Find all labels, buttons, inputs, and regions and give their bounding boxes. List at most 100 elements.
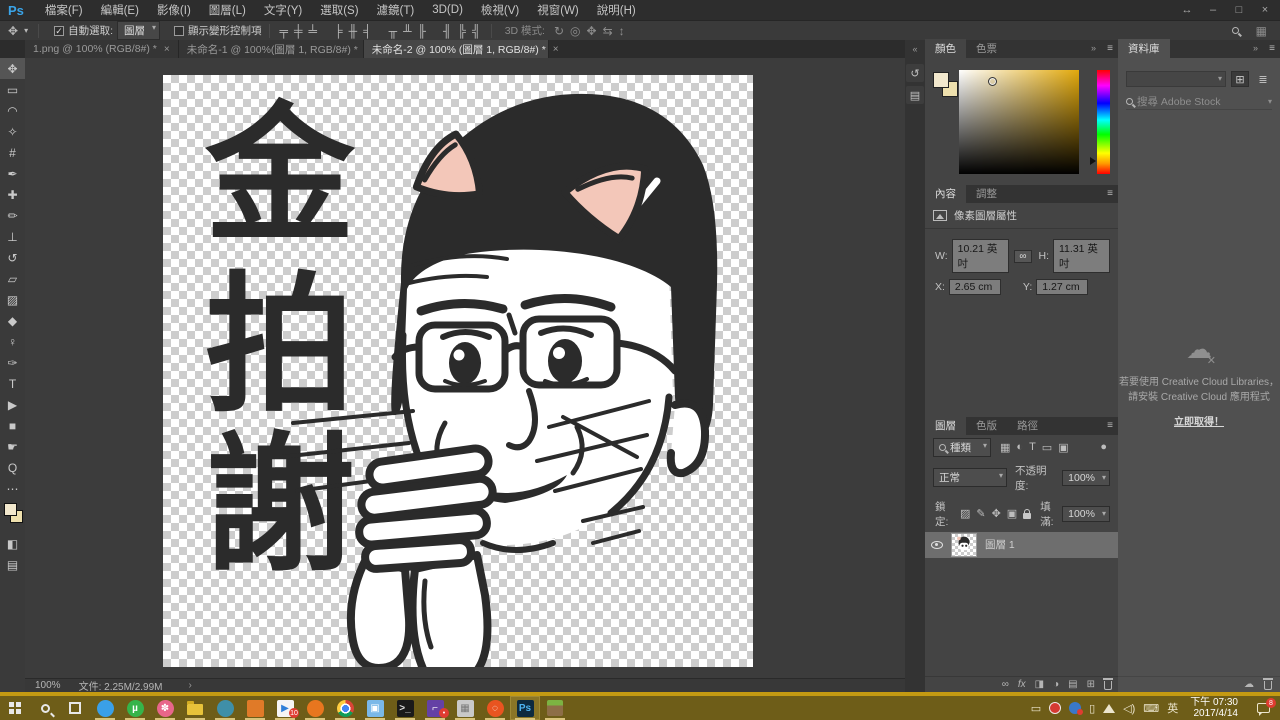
- menu-layer[interactable]: 圖層(L): [200, 2, 255, 18]
- menu-view[interactable]: 檢視(V): [472, 2, 528, 18]
- layer-mask-icon[interactable]: ◨: [1035, 679, 1044, 690]
- auto-select-dropdown[interactable]: 圖層: [117, 21, 160, 40]
- new-layer-icon[interactable]: ⊞: [1087, 679, 1095, 690]
- menu-edit[interactable]: 編輯(E): [92, 2, 148, 18]
- move-tool[interactable]: ✥: [0, 58, 25, 79]
- delete-layer-icon[interactable]: [1104, 681, 1112, 690]
- 3d-rotate-icon[interactable]: ↻: [554, 25, 564, 37]
- zoom-level-field[interactable]: 100%: [35, 680, 61, 691]
- eraser-tool[interactable]: ▱: [0, 268, 25, 289]
- terminal-app[interactable]: >_: [390, 696, 420, 720]
- menu-file[interactable]: 檔案(F): [36, 2, 92, 18]
- menu-image[interactable]: 影像(I): [148, 2, 200, 18]
- link-dimensions-icon[interactable]: ∞: [1014, 250, 1031, 263]
- distribute-top-icon[interactable]: ╥: [389, 25, 398, 37]
- panel-menu-icon[interactable]: ≡: [1107, 43, 1113, 54]
- brush-tool[interactable]: ✏: [0, 205, 25, 226]
- 3d-drag-icon[interactable]: ✥: [587, 25, 597, 37]
- lock-position-icon[interactable]: ✥: [992, 507, 1001, 520]
- library-delete-icon[interactable]: [1264, 681, 1272, 690]
- search-button[interactable]: [30, 696, 60, 720]
- tray-wifi-icon[interactable]: [1103, 704, 1115, 713]
- marquee-tool[interactable]: ▭: [0, 79, 25, 100]
- search-icon[interactable]: [1232, 27, 1239, 34]
- 3d-scale-icon[interactable]: ↕: [619, 25, 625, 37]
- globe-app[interactable]: [210, 696, 240, 720]
- media-player-app[interactable]: ▶10: [270, 696, 300, 720]
- filter-pixel-icon[interactable]: ▦: [1000, 441, 1010, 454]
- screenshot-app[interactable]: ▦: [450, 696, 480, 720]
- close-button[interactable]: ×: [1252, 4, 1278, 16]
- photos-app[interactable]: ✽: [150, 696, 180, 720]
- distribute-width-icon[interactable]: ╠: [458, 25, 467, 37]
- action-center-button[interactable]: 8: [1250, 696, 1276, 720]
- task-view-button[interactable]: [60, 696, 90, 720]
- tab-color[interactable]: 顏色: [925, 39, 966, 59]
- layer-visibility-icon[interactable]: [931, 541, 943, 549]
- y-field[interactable]: 1.27 cm: [1036, 279, 1088, 295]
- menu-help[interactable]: 說明(H): [588, 2, 645, 18]
- doc-tab-2[interactable]: 未命名-1 @ 100%(圖層 1, RGB/8#) *×: [179, 40, 364, 58]
- workspace-switcher-icon[interactable]: ▦: [1256, 25, 1267, 37]
- layer-name[interactable]: 圖層 1: [985, 537, 1015, 552]
- ubuntu-app[interactable]: ◌: [480, 696, 510, 720]
- collapse-dock-icon[interactable]: »: [1253, 43, 1258, 53]
- blur-tool[interactable]: ◆: [0, 310, 25, 331]
- lasso-tool[interactable]: ◠: [0, 100, 25, 121]
- twitch-app[interactable]: ⌐•: [420, 696, 450, 720]
- fill-field[interactable]: 100%: [1062, 506, 1110, 522]
- distribute-height-icon[interactable]: ╣: [472, 25, 481, 37]
- 3d-roll-icon[interactable]: ◎: [570, 25, 580, 37]
- chrome-app[interactable]: [330, 696, 360, 720]
- tray-keyboard-icon[interactable]: ⌨: [1143, 702, 1159, 715]
- dodge-tool[interactable]: ♀: [0, 331, 25, 352]
- pen-tool[interactable]: ✑: [0, 352, 25, 373]
- layer-thumbnail[interactable]: [951, 533, 977, 557]
- tray-volume-icon[interactable]: ◁): [1123, 702, 1135, 715]
- grid-view-button[interactable]: ⊞: [1231, 71, 1249, 87]
- saturation-brightness-picker[interactable]: [959, 70, 1079, 174]
- align-left-edges-icon[interactable]: ╞: [334, 25, 343, 37]
- filter-adjustment-icon[interactable]: ◐: [1016, 441, 1023, 454]
- history-brush-tool[interactable]: ↺: [0, 247, 25, 268]
- panel-foreground-swatch[interactable]: [933, 72, 949, 88]
- clone-stamp-tool[interactable]: ⊥: [0, 226, 25, 247]
- utorrent-app[interactable]: µ: [120, 696, 150, 720]
- list-view-button[interactable]: ≣: [1254, 71, 1272, 87]
- photoshop-app[interactable]: Ps: [510, 696, 540, 720]
- library-search-input[interactable]: 搜尋 Adobe Stock ▾: [1126, 93, 1272, 110]
- start-button[interactable]: [0, 696, 30, 720]
- height-field[interactable]: 11.31 英吋: [1053, 239, 1110, 273]
- clone-source-panel-icon[interactable]: ▤: [906, 86, 924, 104]
- align-right-edges-icon[interactable]: ╡: [363, 25, 372, 37]
- adjustment-layer-icon[interactable]: ◑: [1053, 679, 1059, 690]
- opacity-field[interactable]: 100%: [1062, 470, 1110, 486]
- messenger-app[interactable]: [90, 696, 120, 720]
- file-explorer[interactable]: [180, 696, 210, 720]
- restore-button[interactable]: □: [1226, 4, 1252, 16]
- menu-type[interactable]: 文字(Y): [255, 2, 311, 18]
- crop-tool[interactable]: #: [0, 142, 25, 163]
- pasteboard[interactable]: 金 拍 謝: [25, 58, 905, 678]
- search-scope-arrow-icon[interactable]: ▾: [1268, 97, 1272, 106]
- tab-swatches[interactable]: 色票: [966, 39, 1007, 59]
- get-creative-cloud-link[interactable]: 立即取得！: [1174, 415, 1224, 430]
- align-vertical-centers-icon[interactable]: ╪: [294, 25, 303, 37]
- minecraft-app[interactable]: [540, 696, 570, 720]
- type-tool[interactable]: T: [0, 373, 25, 394]
- filter-shape-icon[interactable]: ▭: [1042, 441, 1052, 454]
- path-selection-tool[interactable]: ▶: [0, 394, 25, 415]
- cc-sync-icon[interactable]: ☁: [1244, 679, 1254, 690]
- menu-3d[interactable]: 3D(D): [423, 4, 472, 16]
- screen-mode-button[interactable]: ▤: [0, 554, 25, 575]
- layer-group-icon[interactable]: ▤: [1068, 679, 1077, 690]
- gradient-tool[interactable]: ▨: [0, 289, 25, 310]
- blend-mode-dropdown[interactable]: 正常: [933, 468, 1007, 487]
- doc-tab-1-close-icon[interactable]: ×: [164, 44, 170, 55]
- foreground-color-swatch[interactable]: [4, 503, 17, 516]
- tab-libraries[interactable]: 資料庫: [1118, 39, 1170, 59]
- align-bottom-edges-icon[interactable]: ╧: [309, 25, 318, 37]
- lock-all-icon[interactable]: [1023, 513, 1031, 519]
- panel-menu-icon[interactable]: ≡: [1107, 188, 1113, 199]
- filter-type-icon[interactable]: T: [1029, 441, 1036, 454]
